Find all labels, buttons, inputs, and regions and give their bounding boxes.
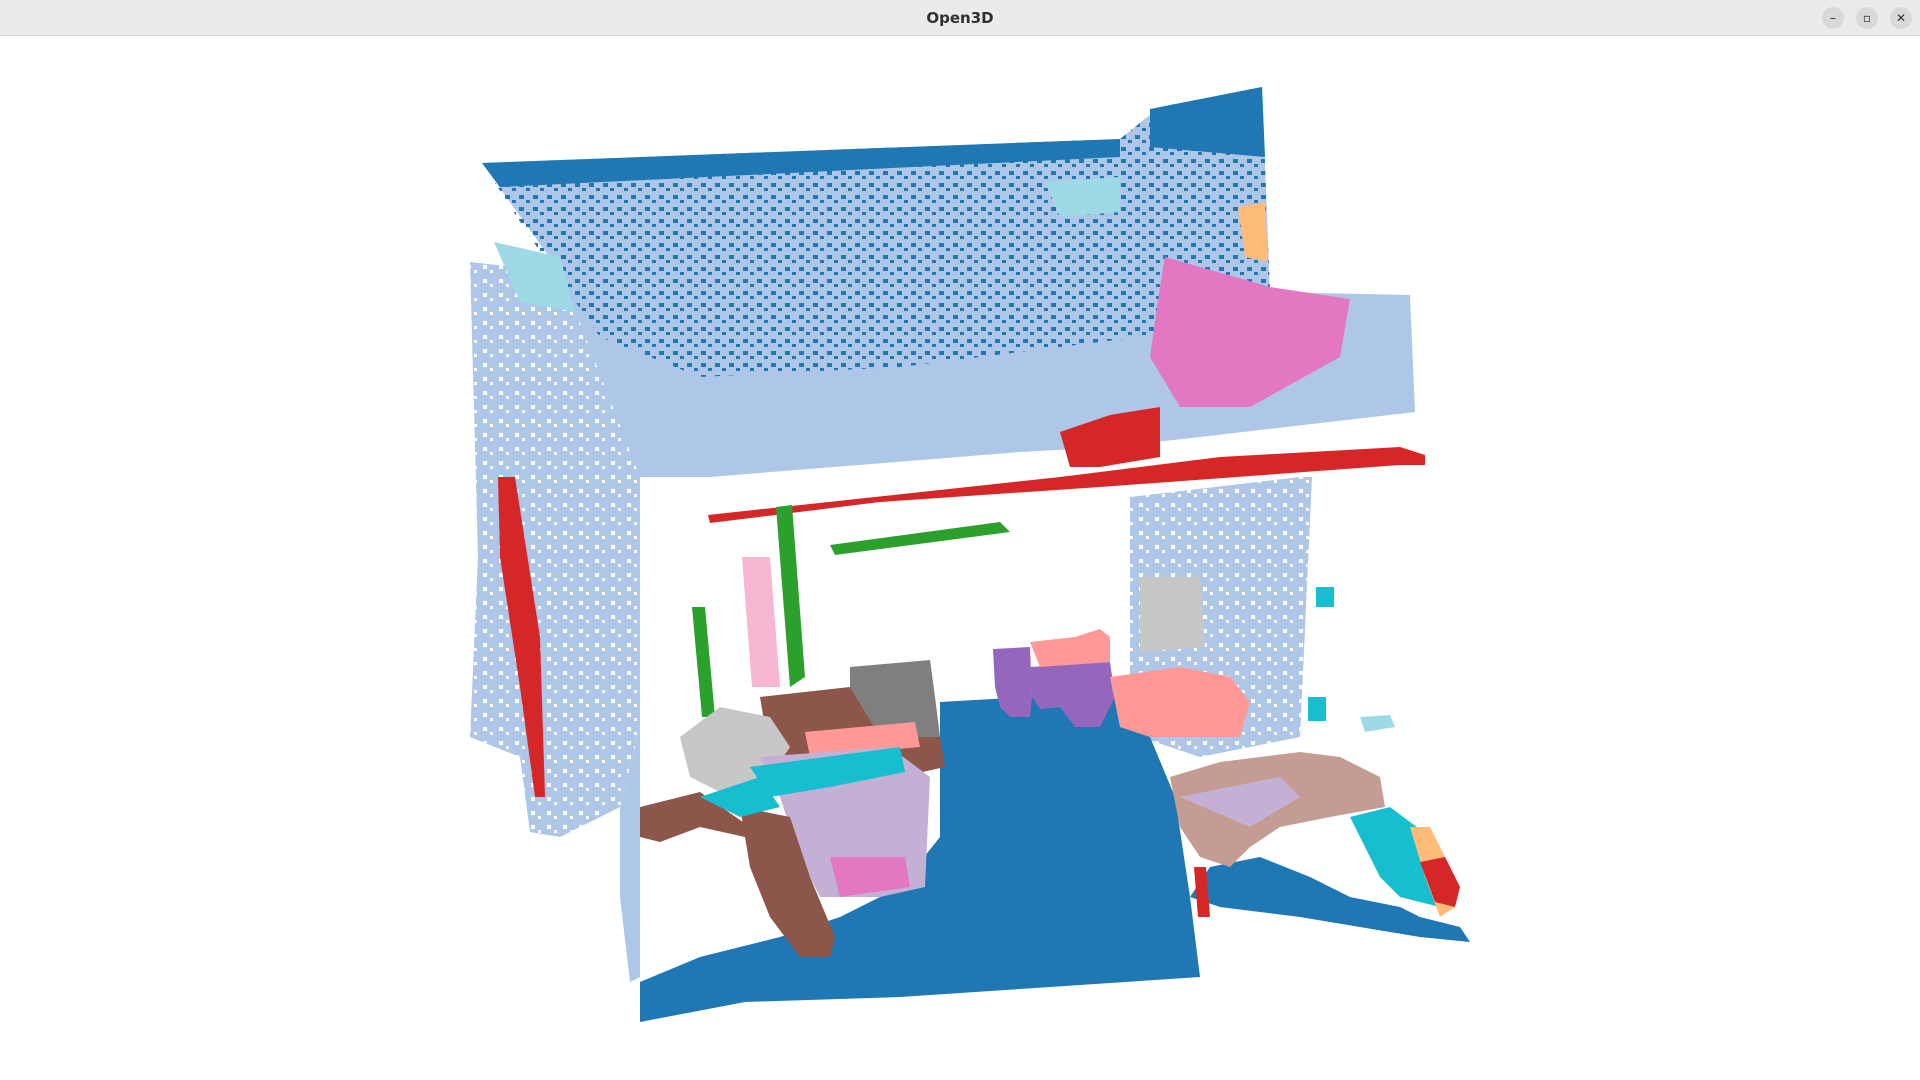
green-door-frame (776, 505, 805, 687)
ceiling (482, 87, 1415, 477)
3d-viewport[interactable] (0, 37, 1920, 1080)
minimize-button[interactable]: – (1822, 7, 1844, 29)
point-cloud-render (470, 87, 1470, 1022)
right-cyan-bit-3 (1360, 715, 1395, 732)
close-button[interactable]: ✕ (1890, 7, 1912, 29)
title-bar[interactable]: Open3D – ▫ ✕ (0, 0, 1920, 36)
open3d-window: Open3D – ▫ ✕ (0, 0, 1920, 1080)
maximize-button[interactable]: ▫ (1856, 7, 1878, 29)
light-pink-panel (742, 557, 780, 687)
right-cyan-bit-1 (1316, 587, 1334, 607)
chair-salmon-right (1110, 667, 1250, 737)
sofa-tan-right (1170, 752, 1385, 867)
right-cyan-bit-2 (1308, 697, 1326, 721)
window-title: Open3D (926, 9, 994, 27)
green-strip-left (692, 607, 715, 717)
